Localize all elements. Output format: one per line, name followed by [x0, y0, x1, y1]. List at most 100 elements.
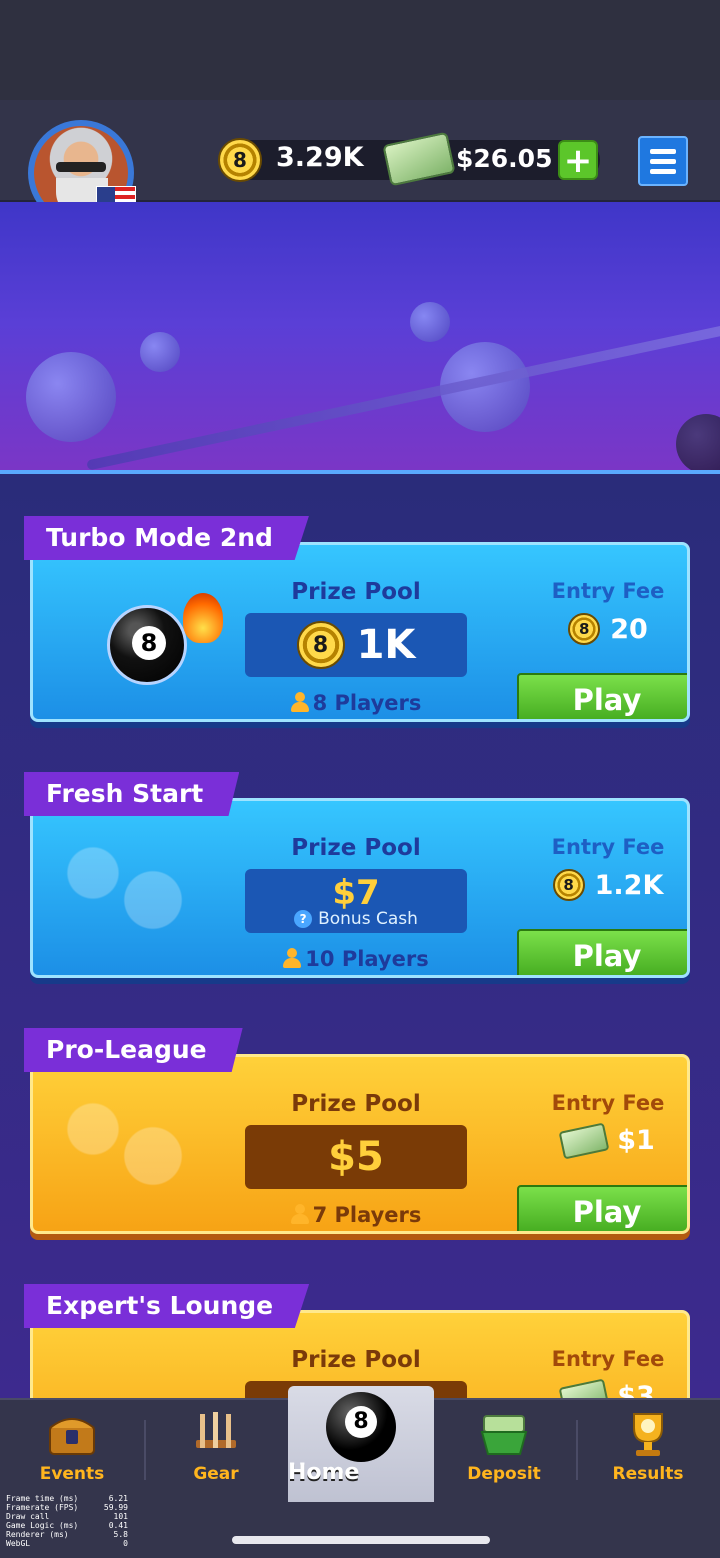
prize-pool-label: Prize Pool	[291, 1091, 421, 1117]
nav-gear[interactable]: Gear	[144, 1400, 288, 1500]
tournament-card: Prize Pool 8 1K 8 Players Entry Fee 8 20…	[24, 516, 692, 724]
flame-icon	[183, 593, 223, 643]
card-body: Prize Pool $7 ? Bonus Cash 10 Players En…	[30, 798, 690, 978]
cash-balance: $26.05	[456, 144, 553, 173]
trophy-icon	[633, 1413, 663, 1456]
players-count-text: 7 Players	[312, 1203, 422, 1227]
debug-row: Renderer (ms) 5.8	[6, 1530, 128, 1539]
pool-ball-decoration	[410, 302, 450, 342]
person-icon	[283, 948, 302, 968]
chips-background-art	[33, 801, 233, 975]
cash-stack-icon	[558, 1122, 610, 1159]
play-button[interactable]: Play	[517, 673, 687, 719]
home-indicator[interactable]	[232, 1536, 490, 1544]
debug-row: Framerate (FPS) 59.99	[6, 1503, 128, 1512]
nav-events[interactable]: Events	[0, 1400, 144, 1500]
hamburger-icon-line	[650, 169, 676, 174]
prize-pool-label: Prize Pool	[291, 579, 421, 605]
entry-fee-value: 20	[610, 613, 648, 645]
play-button[interactable]: Play	[517, 929, 687, 975]
add-funds-button[interactable]: +	[558, 140, 598, 180]
players-count-text: 8 Players	[312, 691, 422, 715]
debug-value: 59.99	[103, 1503, 128, 1512]
bonus-cash-label: ? Bonus Cash	[294, 909, 418, 929]
entry-fee-label: Entry Fee	[551, 835, 665, 859]
prize-pool-box: 8 1K	[245, 613, 467, 677]
debug-row: Game Logic (ms) 0.41	[6, 1521, 128, 1530]
entry-fee-value: $3	[617, 1381, 655, 1398]
nav-results[interactable]: Results	[576, 1400, 720, 1500]
card-title-tab: Turbo Mode 2nd	[24, 516, 309, 560]
cash-basket-icon	[480, 1415, 528, 1455]
coin-icon: 8	[552, 869, 585, 901]
pool-ball-decoration	[26, 352, 116, 442]
debug-label: Framerate (FPS)	[6, 1503, 79, 1512]
nav-home[interactable]: Home	[288, 1386, 434, 1502]
coin-icon: 8	[218, 138, 262, 182]
prize-pool-value-row: 8 1K	[296, 621, 416, 669]
entry-fee-value: 1.2K	[594, 869, 664, 901]
debug-value: 0.41	[108, 1521, 128, 1530]
hamburger-icon-line	[650, 159, 676, 164]
nav-deposit[interactable]: Deposit	[432, 1400, 576, 1500]
debug-value: 5.8	[113, 1530, 128, 1539]
person-icon	[290, 1204, 309, 1224]
prize-pool-label: Prize Pool	[291, 835, 421, 861]
players-count-text: 10 Players	[305, 947, 429, 971]
top-bar: 8 3.29K $26.05 +	[0, 100, 720, 226]
sunglasses-icon	[56, 162, 106, 172]
debug-value: 6.21	[108, 1494, 128, 1503]
card-title-tab: Fresh Start	[24, 772, 240, 816]
entry-fee-row: 8 20	[523, 613, 687, 645]
tournament-card: Prize Pool Entry Fee $3 Expert's Lounge	[24, 1284, 692, 1398]
hero-banner	[0, 202, 720, 472]
cue-stick-decoration	[86, 323, 720, 471]
debug-label: Frame time (ms)	[6, 1494, 79, 1503]
nav-gear-label: Gear	[193, 1464, 239, 1484]
debug-value: 0	[123, 1539, 128, 1548]
nav-home-label: Home	[288, 1460, 360, 1485]
entry-fee-label: Entry Fee	[551, 1091, 665, 1115]
card-title-tab: Pro-League	[24, 1028, 243, 1072]
pool-ball-decoration	[676, 414, 720, 472]
card-body: Prize Pool $5 7 Players Entry Fee $1 Pla…	[30, 1054, 690, 1234]
nav-results-label: Results	[612, 1464, 684, 1484]
prize-pool-value: 1K	[356, 622, 416, 668]
debug-row: Frame time (ms) 6.21	[6, 1494, 128, 1503]
eight-ball-icon	[107, 605, 187, 685]
card-title-tab: Expert's Lounge	[24, 1284, 310, 1328]
prize-pool-label: Prize Pool	[291, 1347, 421, 1373]
debug-label: Draw call	[6, 1512, 50, 1521]
cash-stack-icon	[558, 1378, 610, 1398]
help-icon[interactable]: ?	[294, 910, 313, 928]
tournament-card: Prize Pool $5 7 Players Entry Fee $1 Pla…	[24, 1028, 692, 1236]
cash-background-art	[33, 1057, 233, 1231]
entry-fee-label: Entry Fee	[551, 579, 665, 603]
entry-fee-value: $1	[617, 1125, 655, 1156]
turbo-8-ball-icon	[57, 593, 227, 713]
play-button[interactable]: Play	[517, 1185, 687, 1231]
bonus-cash-text: Bonus Cash	[318, 909, 418, 929]
entry-fee-row: 8 1.2K	[523, 869, 687, 901]
debug-value: 101	[113, 1512, 128, 1521]
cue-rack-icon	[196, 1412, 236, 1448]
person-icon	[290, 692, 309, 712]
tournament-card: Prize Pool $7 ? Bonus Cash 10 Players En…	[24, 772, 692, 980]
debug-overlay: Frame time (ms) 6.21 Framerate (FPS) 59.99…	[6, 1494, 128, 1548]
entry-fee-row: $3	[523, 1378, 687, 1398]
nav-deposit-label: Deposit	[467, 1464, 541, 1484]
treasure-chest-icon	[49, 1418, 95, 1455]
status-bar	[0, 0, 720, 100]
coin-icon: 8	[568, 613, 601, 645]
prize-pool-box: $7 ? Bonus Cash	[245, 869, 467, 933]
eight-ball-icon	[326, 1392, 396, 1462]
players-count: 10 Players	[245, 947, 467, 971]
menu-button[interactable]	[638, 136, 688, 186]
prize-pool-value: $5	[328, 1134, 384, 1180]
hamburger-icon-line	[650, 149, 676, 154]
debug-row: WebGL 0	[6, 1539, 128, 1548]
prize-pool-value: $7	[332, 873, 380, 913]
entry-fee-label: Entry Fee	[551, 1347, 665, 1371]
tournament-list[interactable]: Prize Pool 8 1K 8 Players Entry Fee 8 20…	[0, 474, 720, 1398]
coin-icon: 8	[296, 621, 345, 669]
